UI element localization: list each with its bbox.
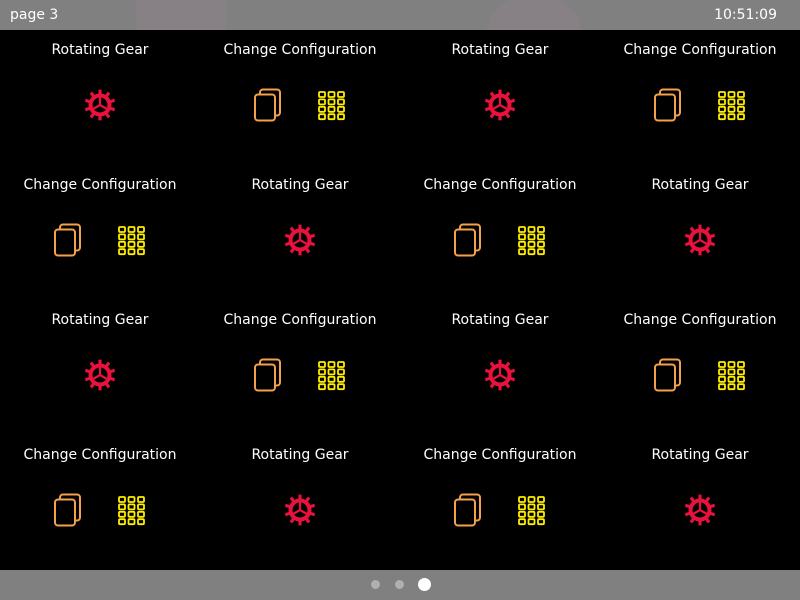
tile-title: Rotating Gear xyxy=(651,177,749,193)
page-dot-1[interactable] xyxy=(371,580,380,589)
page-dot-current[interactable] xyxy=(418,578,431,591)
tile-title: Change Configuration xyxy=(423,447,577,463)
tile-rotating-gear[interactable]: Rotating Gear xyxy=(600,435,800,570)
tile-rotating-gear[interactable]: Rotating Gear xyxy=(400,30,600,165)
tile-icons xyxy=(0,223,200,257)
tile-icons xyxy=(400,88,600,122)
gear-icon xyxy=(284,224,316,256)
tile-rotating-gear[interactable]: Rotating Gear xyxy=(200,435,400,570)
page-label: page 3 xyxy=(10,7,59,23)
tile-change-configuration[interactable]: Change Configuration xyxy=(200,30,400,165)
tile-title: Rotating Gear xyxy=(251,177,349,193)
tile-icons xyxy=(600,358,800,392)
apps-icon xyxy=(318,361,345,391)
apps-icon xyxy=(518,226,545,256)
status-bar: page 3 10:51:09 xyxy=(0,0,800,30)
tile-change-configuration[interactable]: Change Configuration xyxy=(0,165,200,300)
pages-icon xyxy=(654,358,681,392)
tile-icons xyxy=(400,223,600,257)
pages-icon xyxy=(654,88,681,122)
tile-icons xyxy=(600,223,800,257)
tile-change-configuration[interactable]: Change Configuration xyxy=(600,30,800,165)
tile-title: Change Configuration xyxy=(623,42,777,58)
tile-rotating-gear[interactable]: Rotating Gear xyxy=(0,30,200,165)
tile-icons xyxy=(200,88,400,122)
tile-icons xyxy=(0,358,200,392)
tile-icons xyxy=(600,493,800,527)
pages-icon xyxy=(54,223,81,257)
tile-change-configuration[interactable]: Change Configuration xyxy=(600,300,800,435)
page-indicator-bar xyxy=(0,570,800,600)
tile-icons xyxy=(400,358,600,392)
apps-icon xyxy=(718,361,745,391)
gear-icon xyxy=(684,224,716,256)
gear-icon xyxy=(84,359,116,391)
pages-icon xyxy=(254,358,281,392)
status-bar-decoration xyxy=(136,0,226,30)
tile-rotating-gear[interactable]: Rotating Gear xyxy=(0,300,200,435)
tile-icons xyxy=(200,223,400,257)
tile-icons xyxy=(200,493,400,527)
tile-rotating-gear[interactable]: Rotating Gear xyxy=(600,165,800,300)
apps-icon xyxy=(318,91,345,121)
tile-title: Rotating Gear xyxy=(51,42,149,58)
tile-icons xyxy=(200,358,400,392)
tile-icons xyxy=(600,88,800,122)
tile-title: Change Configuration xyxy=(23,447,177,463)
tile-change-configuration[interactable]: Change Configuration xyxy=(400,165,600,300)
tile-title: Rotating Gear xyxy=(51,312,149,328)
page-dot-2[interactable] xyxy=(395,580,404,589)
pages-icon xyxy=(454,493,481,527)
apps-icon xyxy=(118,226,145,256)
tile-title: Change Configuration xyxy=(423,177,577,193)
tile-icons xyxy=(0,88,200,122)
page-dots xyxy=(0,570,800,600)
tile-change-configuration[interactable]: Change Configuration xyxy=(0,435,200,570)
tile-change-configuration[interactable]: Change Configuration xyxy=(200,300,400,435)
status-bar-decoration xyxy=(486,0,582,30)
gear-icon xyxy=(484,359,516,391)
tile-change-configuration[interactable]: Change Configuration xyxy=(400,435,600,570)
tile-title: Rotating Gear xyxy=(251,447,349,463)
apps-icon xyxy=(518,496,545,526)
apps-icon xyxy=(118,496,145,526)
widget-grid: Rotating Gear Change Configuration Rotat… xyxy=(0,30,800,570)
gear-icon xyxy=(484,89,516,121)
tile-rotating-gear[interactable]: Rotating Gear xyxy=(400,300,600,435)
gear-icon xyxy=(684,494,716,526)
gear-icon xyxy=(284,494,316,526)
clock: 10:51:09 xyxy=(714,7,777,23)
tile-rotating-gear[interactable]: Rotating Gear xyxy=(200,165,400,300)
tile-title: Change Configuration xyxy=(623,312,777,328)
gear-icon xyxy=(84,89,116,121)
tile-title: Rotating Gear xyxy=(451,42,549,58)
tile-title: Rotating Gear xyxy=(451,312,549,328)
tile-title: Change Configuration xyxy=(223,312,377,328)
pages-icon xyxy=(254,88,281,122)
tile-icons xyxy=(0,493,200,527)
tile-title: Rotating Gear xyxy=(651,447,749,463)
pages-icon xyxy=(454,223,481,257)
tile-title: Change Configuration xyxy=(223,42,377,58)
pages-icon xyxy=(54,493,81,527)
apps-icon xyxy=(718,91,745,121)
tile-title: Change Configuration xyxy=(23,177,177,193)
tile-icons xyxy=(400,493,600,527)
